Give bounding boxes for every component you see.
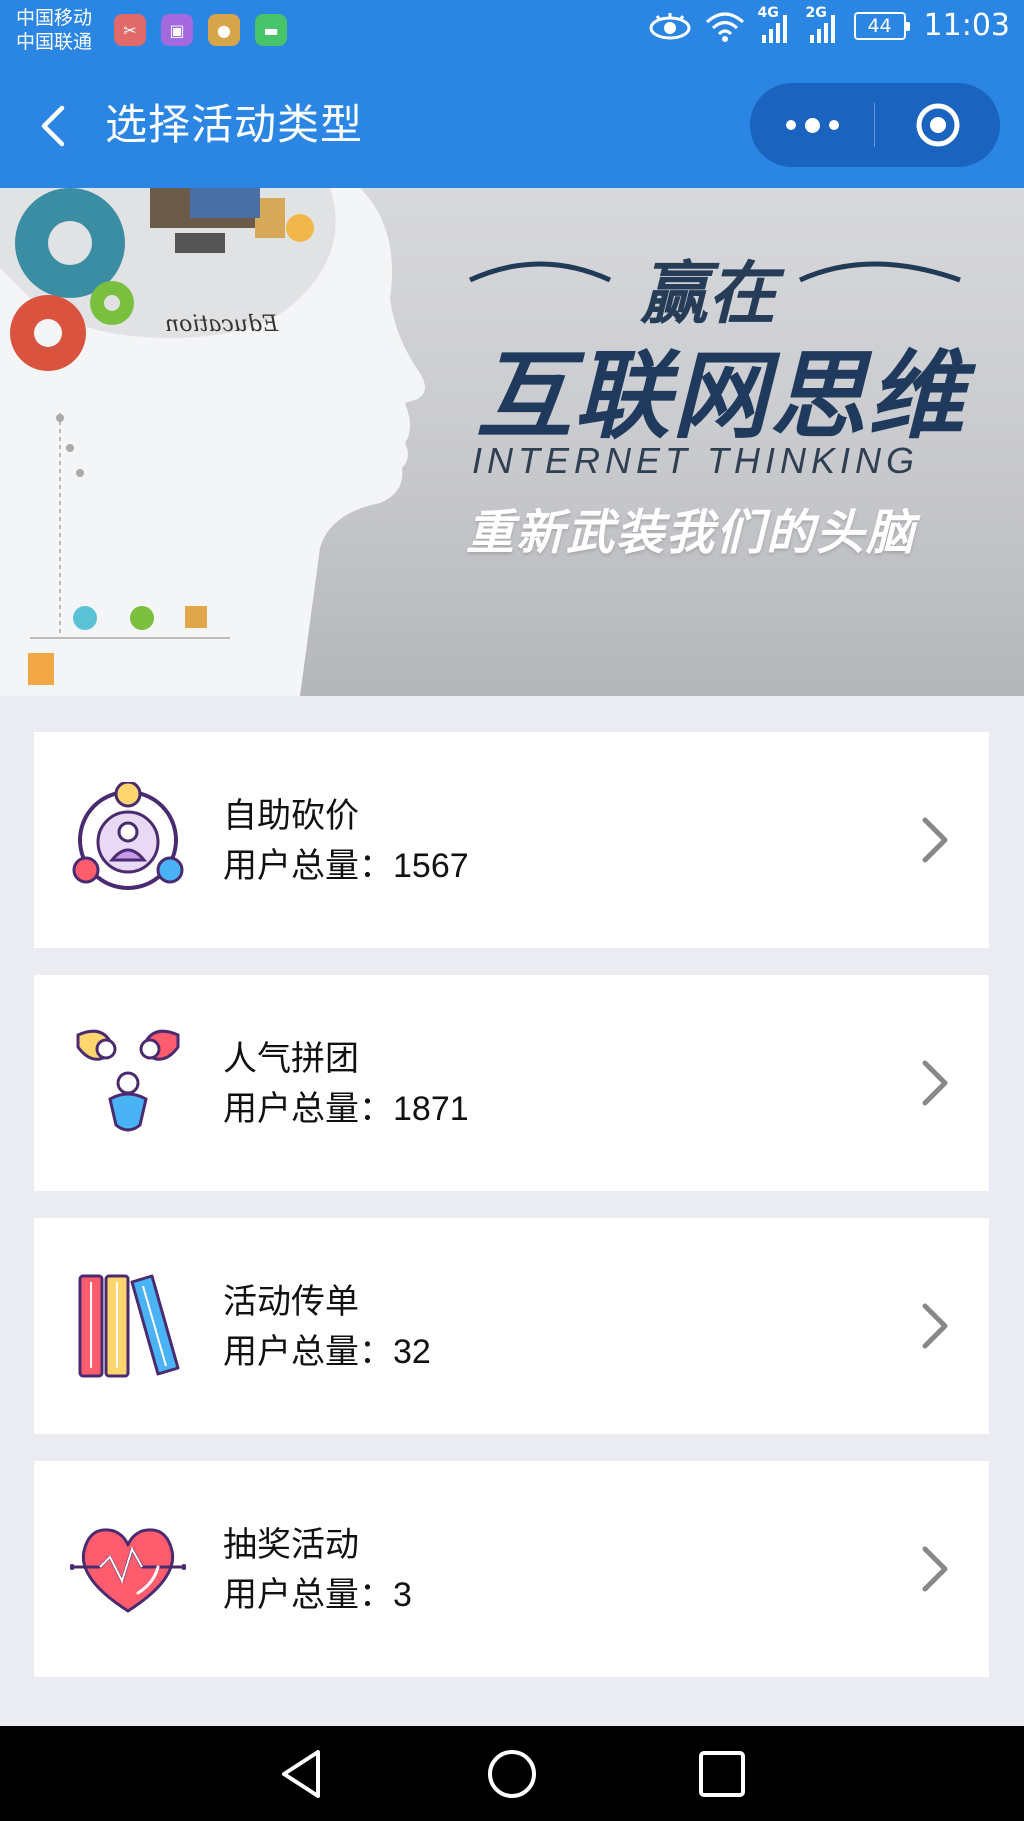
carrier-1: 中国移动 [16, 7, 93, 29]
image-app-icon: ▣ [161, 14, 193, 46]
status-bar: 中国移动 中国联通 ✂ ▣ ● ▬ 4G 2G 44 11:03 [0, 0, 1024, 62]
wifi-icon [705, 12, 744, 42]
activity-count: 用户总量：1567 [223, 844, 469, 888]
count-value: 1567 [393, 847, 469, 885]
activity-count: 用户总量：32 [223, 1330, 431, 1374]
activity-count: 用户总量：1871 [223, 1087, 469, 1131]
activity-count: 用户总量：3 [223, 1573, 412, 1617]
notification-icons: ✂ ▣ ● ▬ [114, 14, 287, 46]
signal-2g-icon: 2G [806, 5, 842, 43]
activity-card-bargain[interactable]: 自助砍价 用户总量：1567 [34, 732, 989, 948]
count-label: 用户总量： [223, 1090, 393, 1128]
dot-icon [804, 117, 820, 133]
banner-headline-2: 互联网思维 [476, 340, 966, 452]
chevron-right-icon [922, 1060, 948, 1106]
back-arrow-icon[interactable] [30, 96, 80, 156]
chevron-right-icon [922, 1303, 948, 1349]
activity-title: 人气拼团 [223, 1039, 359, 1079]
banner-image[interactable]: Education 赢在 互联网思维 INTERNET THINKING 重新武… [0, 188, 1024, 696]
battery-indicator: 44 [853, 11, 910, 40]
count-label: 用户总量： [223, 847, 393, 885]
count-value: 32 [393, 1333, 431, 1371]
dot-icon [828, 120, 839, 130]
back-triangle-icon[interactable] [276, 1748, 328, 1800]
count-value: 3 [393, 1576, 412, 1614]
signal-4g-icon: 4G [758, 5, 794, 43]
education-text: Education [165, 312, 279, 337]
activity-title: 抽奖活动 [223, 1525, 359, 1565]
chevron-right-icon [922, 817, 948, 863]
system-nav-bar [0, 1726, 1024, 1821]
carrier-info: 中国移动 中国联通 [16, 6, 92, 54]
activity-card-lottery[interactable]: 抽奖活动 用户总量：3 [34, 1461, 989, 1677]
status-indicators: 4G 2G 44 11:03 [648, 5, 1010, 43]
bargain-people-icon [72, 782, 184, 890]
clock: 11:03 [923, 8, 1010, 43]
scissors-app-icon: ✂ [114, 14, 146, 46]
target-circle-icon [916, 103, 959, 147]
more-button[interactable] [750, 83, 874, 167]
message-app-icon: ▬ [255, 14, 287, 46]
activity-title: 自助砍价 [223, 796, 359, 836]
activity-card-group[interactable]: 人气拼团 用户总量：1871 [34, 975, 989, 1191]
heart-pulse-icon [70, 1528, 186, 1613]
close-mini-program-button[interactable] [875, 83, 1000, 167]
dot-icon [785, 120, 796, 130]
mini-program-capsule [750, 83, 1000, 167]
page-title: 选择活动类型 [105, 100, 364, 149]
carrier-2: 中国联通 [16, 31, 93, 53]
count-label: 用户总量： [223, 1576, 393, 1614]
count-label: 用户总量： [223, 1333, 393, 1371]
group-people-icon [76, 1029, 180, 1132]
eye-icon [649, 12, 691, 39]
chevron-right-icon [922, 1546, 948, 1592]
banner-subtitle: 重新武装我们的头脑 [466, 505, 917, 561]
home-circle-icon[interactable] [486, 1748, 538, 1800]
books-flyer-icon [78, 1274, 180, 1378]
activity-title: 活动传单 [223, 1282, 359, 1322]
badge-app-icon: ● [208, 14, 240, 46]
activity-card-flyer[interactable]: 活动传单 用户总量：32 [34, 1218, 989, 1434]
recents-square-icon[interactable] [696, 1748, 748, 1800]
nav-bar: 选择活动类型 [0, 62, 1024, 188]
count-value: 1871 [393, 1090, 469, 1128]
banner-english: INTERNET THINKING [472, 440, 920, 481]
